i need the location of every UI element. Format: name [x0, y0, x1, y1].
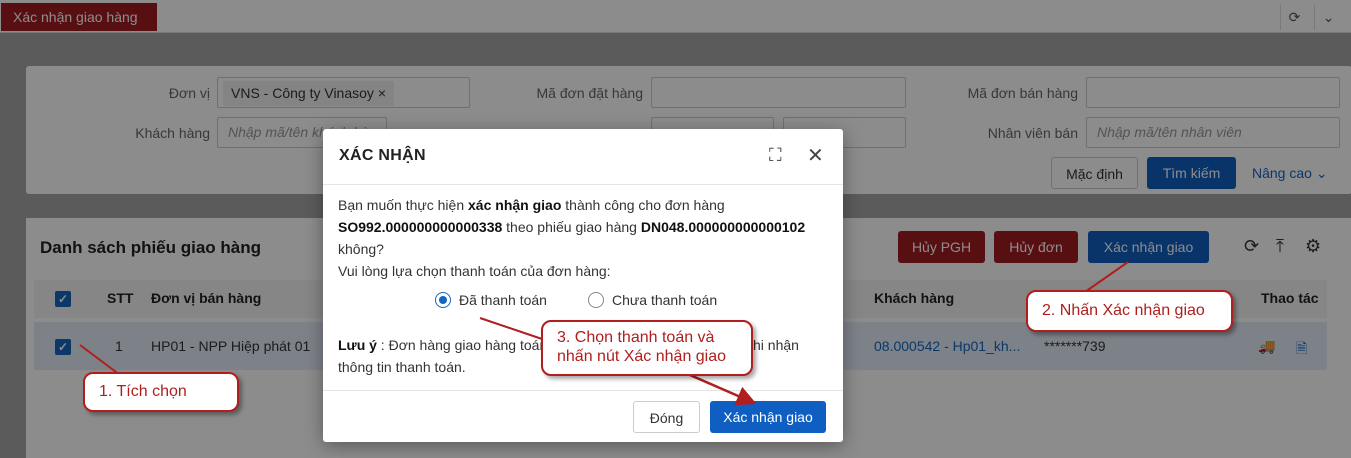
arrow-step-1	[79, 344, 121, 376]
callout-step-1: 1. Tích chọn	[83, 372, 239, 412]
callout-step-3: 3. Chọn thanh toán và nhấn nút Xác nhận …	[541, 320, 753, 376]
arrow-step-3b	[689, 373, 757, 406]
callout-step-3-line-1: 3. Chọn thanh toán và	[557, 329, 715, 346]
arrow-step-3a	[479, 317, 546, 341]
callout-step-2: 2. Nhấn Xác nhận giao	[1026, 290, 1233, 332]
callout-step-3-line-2: nhấn nút Xác nhận giao	[557, 348, 727, 365]
arrow-step-2	[1084, 261, 1129, 293]
